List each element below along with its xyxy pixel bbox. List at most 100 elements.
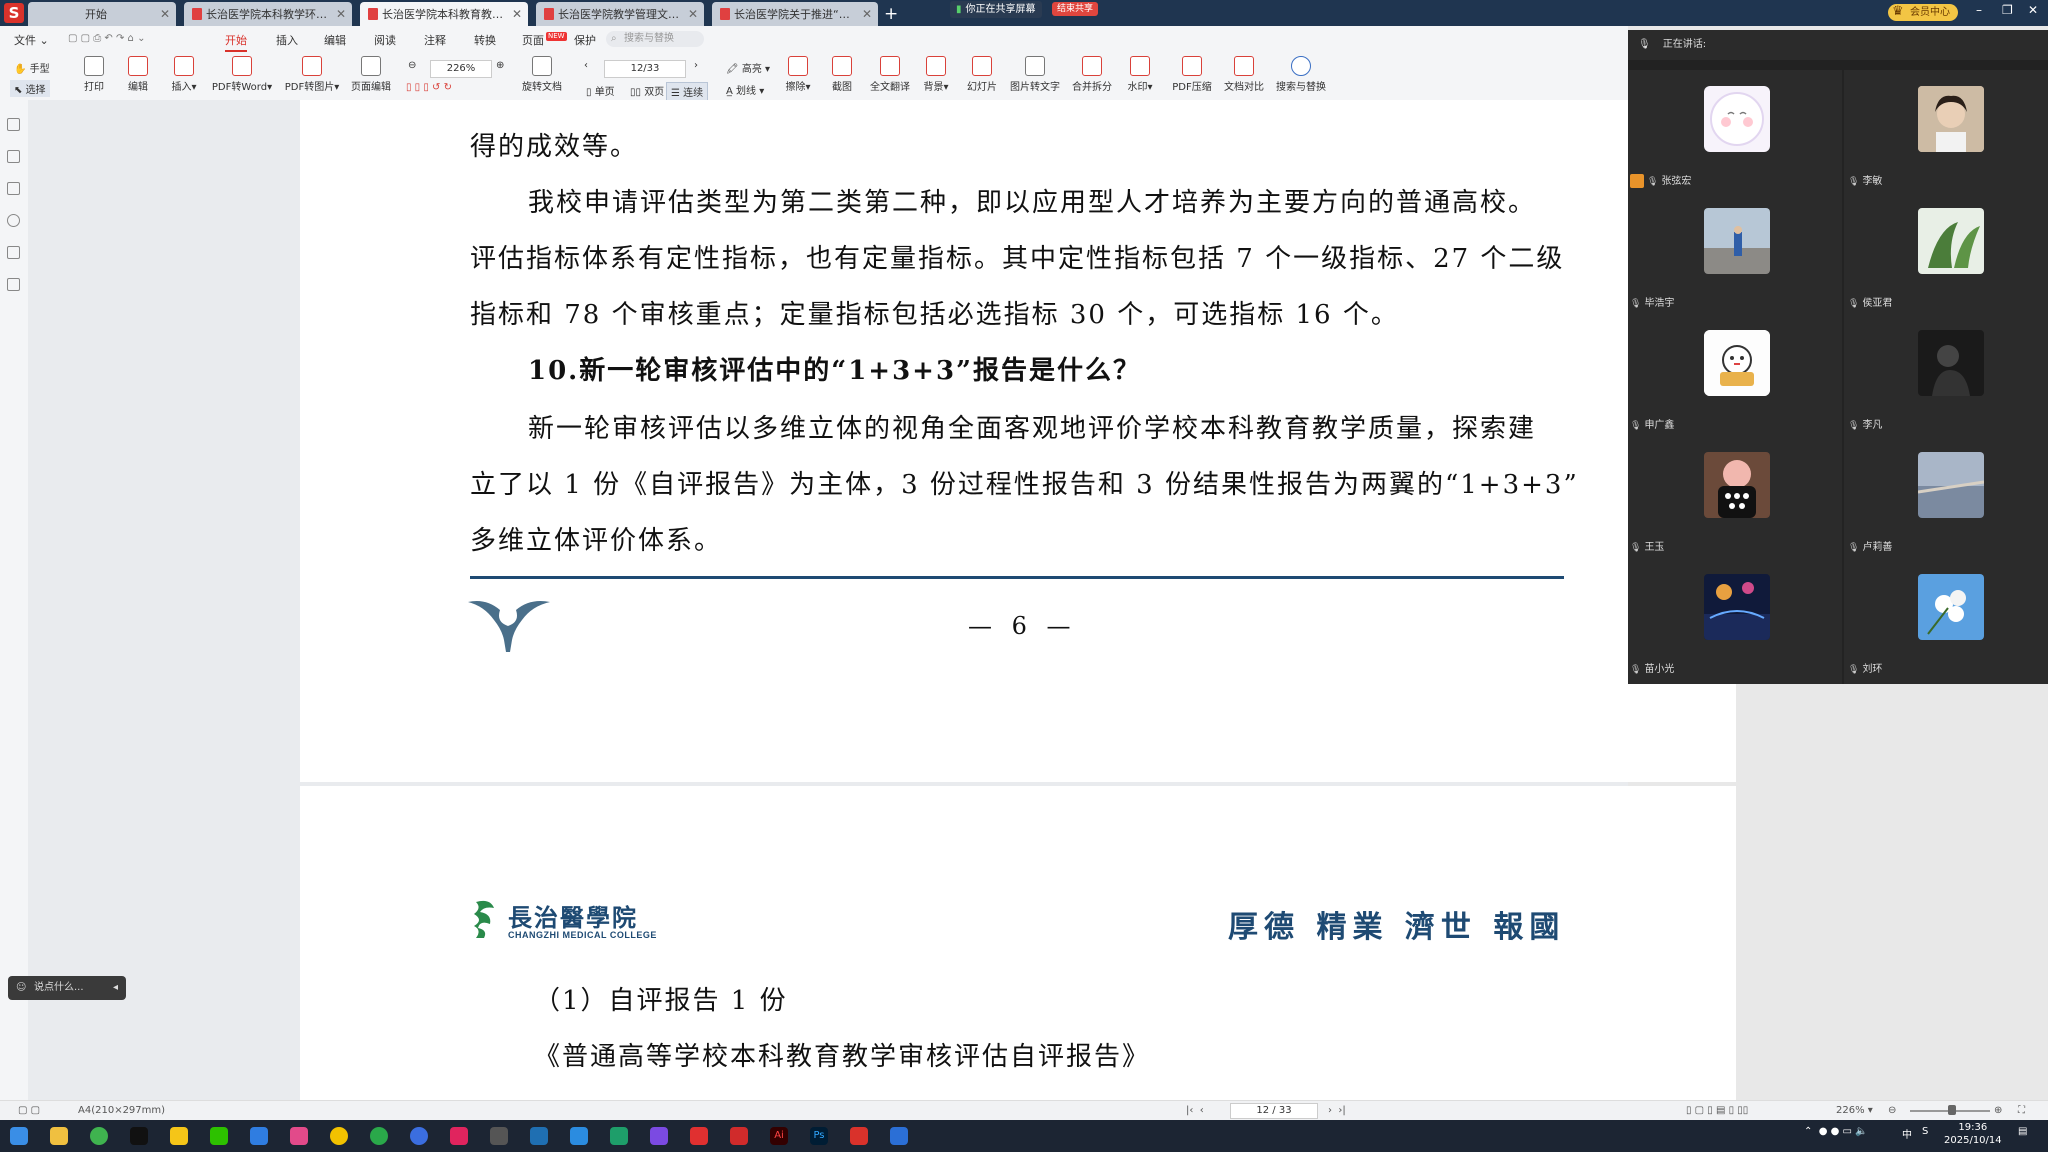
rotate-document-button[interactable]: 旋转文档 (514, 56, 570, 93)
app-icon[interactable] (290, 1127, 308, 1145)
windows-start-icon[interactable] (10, 1127, 28, 1145)
close-icon[interactable]: ✕ (688, 7, 698, 21)
member-center-button[interactable]: ♛ 会员中心 (1888, 4, 1958, 21)
menu-edit[interactable]: 编辑 (324, 32, 346, 48)
photoshop-icon[interactable]: Ps (810, 1127, 828, 1145)
slideshow-button[interactable]: 幻灯片 (954, 56, 1010, 93)
ime-indicator[interactable]: 中 (1902, 1126, 1912, 1141)
app-icon[interactable] (370, 1127, 388, 1145)
app-icon[interactable] (410, 1127, 428, 1145)
last-page-icon[interactable]: › ›| (1328, 1105, 1346, 1116)
clock[interactable]: 19:36 2025/10/14 (1944, 1121, 2002, 1147)
participant-avatar[interactable] (1918, 452, 1984, 518)
comment-icon[interactable] (7, 182, 20, 195)
close-window-icon[interactable]: ✕ (2028, 3, 2038, 17)
search-icon[interactable] (7, 214, 20, 227)
view-mode-icons[interactable]: ▯ ▢ ▯ ▤ ▯ ▯▯ (1686, 1105, 1748, 1116)
tab-document-4[interactable]: 长治医学院关于推进“总体因... ✕ (712, 2, 878, 26)
search-replace-button[interactable]: 搜索与替换 (1270, 56, 1332, 93)
sidebar-toggle-icon[interactable]: ▢ ▢ (18, 1105, 40, 1116)
wps-icon[interactable] (690, 1127, 708, 1145)
tab-document-3[interactable]: 长治医学院教学管理文件汇编... ✕ (536, 2, 704, 26)
participant-avatar[interactable] (1704, 86, 1770, 152)
prev-page-icon[interactable]: ‹ (584, 60, 588, 71)
participant-avatar[interactable] (1918, 86, 1984, 152)
app-icon[interactable] (490, 1127, 508, 1145)
participant-avatar[interactable] (1918, 330, 1984, 396)
menu-home[interactable]: 开始 (225, 32, 247, 52)
thumbnail-icon[interactable] (7, 150, 20, 163)
status-page-input[interactable]: 12 / 33 (1230, 1103, 1318, 1119)
document-compare-button[interactable]: 文档对比 (1216, 56, 1272, 93)
hand-tool[interactable]: ✋ 手型 (14, 60, 50, 75)
page-edit-button[interactable]: 页面编辑 (340, 56, 402, 93)
status-zoom[interactable]: 226% ▾ (1836, 1105, 1873, 1116)
participant-avatar[interactable] (1704, 452, 1770, 518)
app-icon[interactable] (890, 1127, 908, 1145)
fullscreen-icon[interactable]: ⛶ (2018, 1105, 2025, 1116)
bookmark-icon[interactable] (7, 118, 20, 131)
minimize-icon[interactable]: – (1976, 3, 1982, 17)
highlight-button[interactable]: 🖍 高亮 ▾ (726, 60, 770, 75)
app-icon[interactable] (330, 1127, 348, 1145)
menu-page[interactable]: 页面 (522, 32, 544, 48)
page-number-input[interactable]: 12/33 (604, 60, 686, 78)
tiktok-icon[interactable] (130, 1127, 148, 1145)
participant-avatar[interactable] (1704, 330, 1770, 396)
wps-pdf-icon[interactable] (850, 1127, 868, 1145)
attachment-icon[interactable] (7, 246, 20, 259)
pdf-to-image-button[interactable]: PDF转图片▾ (280, 56, 344, 93)
app-icon[interactable] (730, 1127, 748, 1145)
chrome-icon[interactable] (90, 1127, 108, 1145)
steam-icon[interactable] (530, 1127, 548, 1145)
participant-avatar[interactable] (1704, 208, 1770, 274)
page-tools-icons[interactable]: ▯ ▯ ▯ ↺ ↻ (406, 82, 452, 93)
pdf-to-word-button[interactable]: PDF转Word▾ (210, 56, 274, 93)
participant-avatar[interactable] (1704, 574, 1770, 640)
zoom-out-icon[interactable]: ⊖ (1888, 1105, 1896, 1116)
chat-input-float[interactable]: 说点什么... ◂ (8, 976, 126, 1000)
close-icon[interactable]: ✕ (862, 7, 872, 21)
image-to-text-button[interactable]: 图片转文字 (1004, 56, 1066, 93)
search-replace-input[interactable]: 搜索与替换 (606, 31, 704, 47)
close-icon[interactable]: ✕ (512, 7, 522, 21)
new-tab-icon[interactable]: + (884, 4, 898, 24)
tab-document-2[interactable]: 长治医学院本科教育教学审核... ✕ (360, 2, 528, 26)
stop-share-button[interactable]: 结束共享 (1052, 2, 1099, 16)
tray-icons[interactable]: ⌃ ● ● ▭ 🔈 (1804, 1126, 1868, 1137)
collapse-icon[interactable]: ◂ (113, 976, 118, 1000)
select-tool[interactable]: ⬉ 选择 (10, 80, 50, 97)
participant-avatar[interactable] (1918, 208, 1984, 274)
meeting-app-icon[interactable] (250, 1127, 268, 1145)
wps-logo-icon[interactable]: S (4, 3, 24, 23)
single-page-button[interactable]: ▯ 单页 (582, 82, 619, 99)
pdf-compress-button[interactable]: PDF压缩 (1164, 56, 1220, 93)
zoom-slider-knob[interactable] (1948, 1105, 1956, 1115)
insert-button[interactable]: 插入▾ (156, 56, 212, 93)
app-icon[interactable] (610, 1127, 628, 1145)
watermark-button[interactable]: 水印▾ (1112, 56, 1168, 93)
menu-protect[interactable]: 保护 (574, 32, 596, 48)
first-page-icon[interactable]: |‹ ‹ (1186, 1105, 1204, 1116)
notification-icon[interactable]: ▤ (2018, 1126, 2027, 1137)
quick-access-icons[interactable]: ▢ ▢ ⎙ ↶ ↷ ⌂ ⌄ (68, 33, 145, 44)
app-icon[interactable] (570, 1127, 588, 1145)
double-page-button[interactable]: ▯▯ 双页 (626, 82, 668, 99)
signature-icon[interactable] (7, 278, 20, 291)
file-explorer-icon[interactable] (50, 1127, 68, 1145)
continuous-button[interactable]: ☰ 连续 (666, 82, 709, 101)
wps-tray-icon[interactable]: S (1922, 1126, 1928, 1137)
app-icon[interactable] (450, 1127, 468, 1145)
participant-avatar[interactable] (1918, 574, 1984, 640)
app-icon[interactable] (650, 1127, 668, 1145)
tab-home[interactable]: 开始 ✕ (28, 2, 176, 26)
zoom-in-icon[interactable]: ⊕ (1994, 1105, 2002, 1116)
zoom-in-icon[interactable]: ⊕ (496, 60, 504, 71)
menu-convert[interactable]: 转换 (474, 32, 496, 48)
app-icon[interactable] (170, 1127, 188, 1145)
close-icon[interactable]: ✕ (160, 7, 170, 21)
menu-read[interactable]: 阅读 (374, 32, 396, 48)
zoom-out-icon[interactable]: ⊖ (408, 60, 416, 71)
tab-document-1[interactable]: 长治医学院本科教学环节质量... ✕ (184, 2, 352, 26)
next-page-icon[interactable]: › (694, 60, 698, 71)
